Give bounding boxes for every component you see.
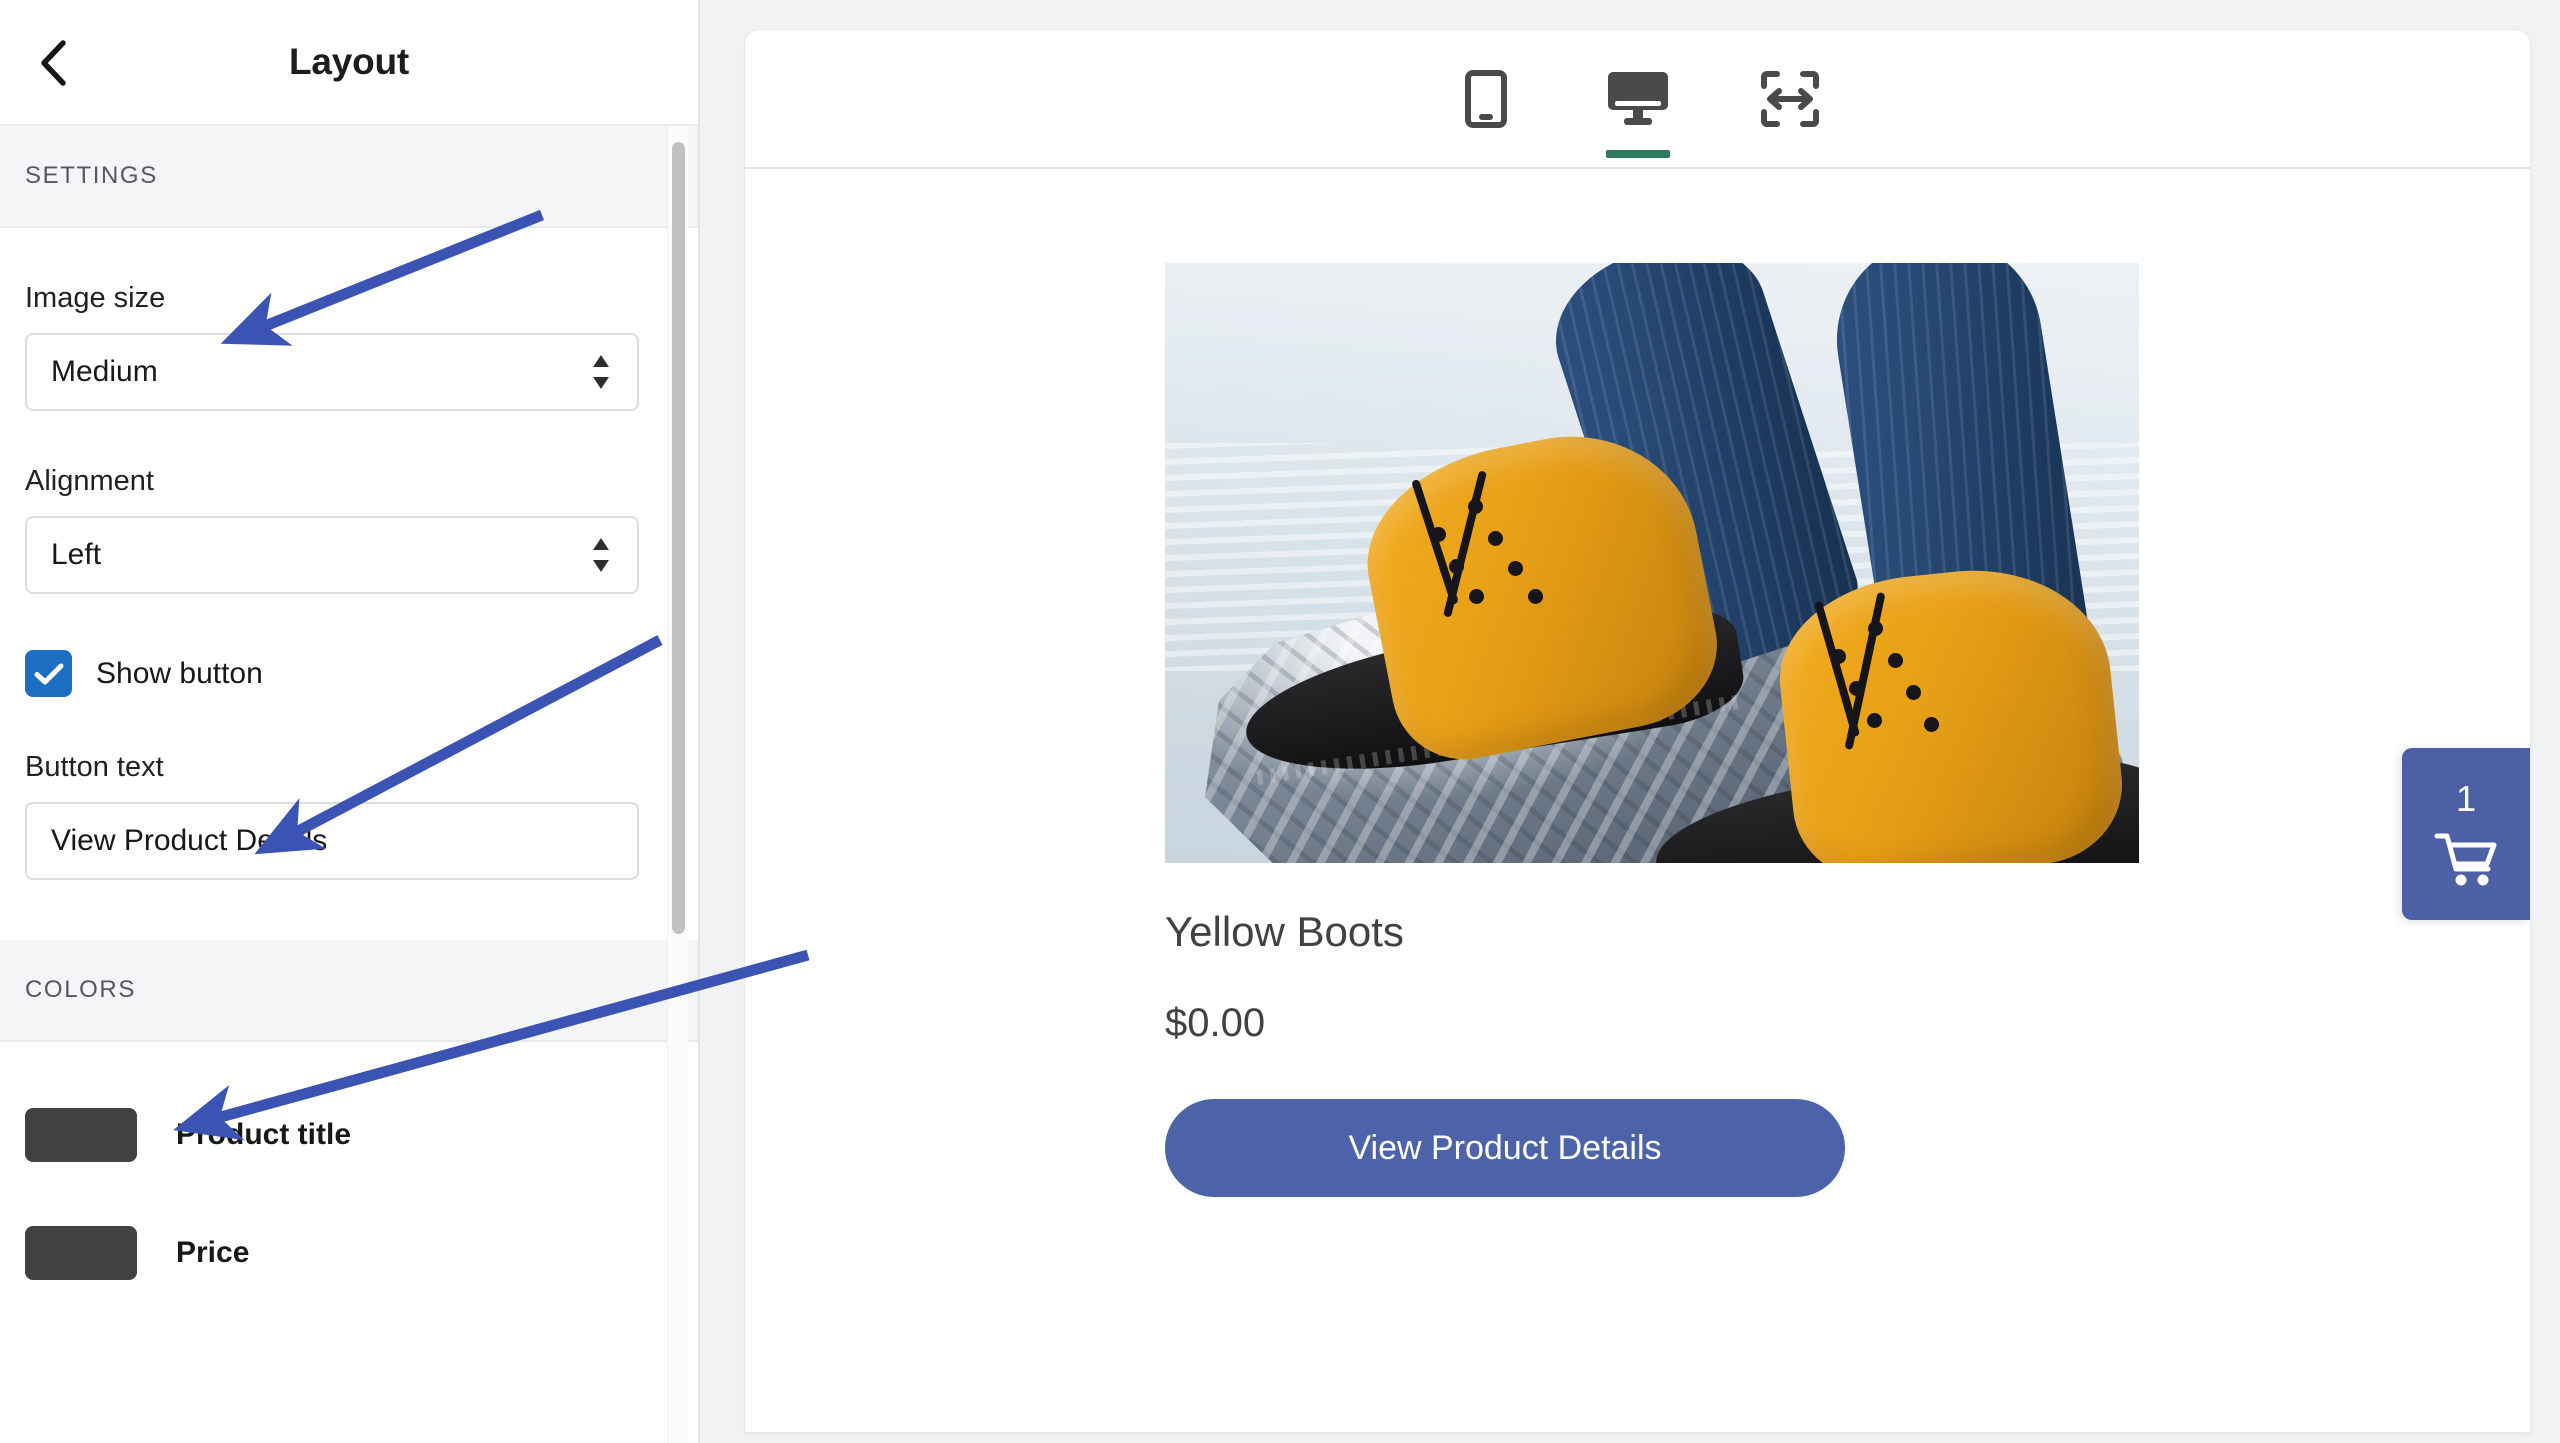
price-color-swatch[interactable] [25,1226,137,1280]
product-title-color-swatch[interactable] [25,1108,137,1162]
sidebar-header: Layout [0,0,698,126]
color-row-product-title[interactable]: Product title [25,1042,673,1162]
section-header-settings: SETTINGS [0,126,698,228]
button-text-input[interactable]: View Product Details [25,802,639,880]
photo-boot-front [1635,573,2139,863]
button-text-value: View Product Details [51,824,327,858]
section-header-settings-label: SETTINGS [25,162,158,190]
image-size-value: Medium [51,355,158,389]
sidebar-scrollbar-thumb[interactable] [672,142,685,934]
shopping-cart-icon [2434,831,2498,887]
section-header-colors: COLORS [0,940,698,1042]
show-button-label: Show button [96,657,263,691]
page-title: Layout [0,41,698,83]
chevron-left-icon [38,40,68,86]
back-button[interactable] [28,38,78,88]
settings-section-body: Image size Medium Alignment Left [0,228,698,940]
alignment-value: Left [51,538,101,572]
section-header-colors-label: COLORS [25,976,136,1004]
settings-sidebar: Layout SETTINGS Image size Medium Alignm… [0,0,700,1443]
preview-panel: Yellow Boots $0.00 View Product Details … [745,30,2530,1432]
image-size-select[interactable]: Medium [25,333,639,411]
view-product-details-button[interactable]: View Product Details [1165,1099,1845,1197]
desktop-icon [1607,70,1669,128]
colors-section-body: Product title Price [0,1042,698,1414]
alignment-select[interactable]: Left [25,516,639,594]
image-size-label: Image size [25,228,673,333]
product-title-color-label: Product title [176,1118,351,1152]
fit-width-icon [1761,71,1819,127]
stepper-updown-icon [591,354,611,390]
product-title: Yellow Boots [1165,911,2139,953]
checkmark-icon [34,662,64,686]
mobile-icon [1465,70,1507,128]
yellow-boots-photo [1165,263,2139,863]
active-device-indicator [1606,150,1670,158]
product-card: Yellow Boots $0.00 View Product Details [1165,263,2139,1197]
stepper-updown-icon [591,537,611,573]
customizer-screen: Layout SETTINGS Image size Medium Alignm… [0,0,2560,1443]
photo-boot-shaft [1770,557,2130,863]
show-button-row[interactable]: Show button [25,650,673,697]
show-button-checkbox[interactable] [25,650,72,697]
device-preview-toolbar [745,30,2530,169]
sidebar-scrollbar-track[interactable] [667,126,688,1443]
device-tab-desktop[interactable] [1590,40,1686,158]
color-row-price[interactable]: Price [25,1162,673,1280]
price-color-label: Price [176,1236,249,1270]
cart-count-badge: 1 [2456,781,2476,817]
storefront-preview: Yellow Boots $0.00 View Product Details [745,169,2530,1432]
device-tab-mobile[interactable] [1438,40,1534,158]
product-price: $0.00 [1165,1003,2139,1043]
cart-widget[interactable]: 1 [2402,748,2530,920]
button-text-label: Button text [25,697,673,802]
alignment-label: Alignment [25,411,673,516]
device-tab-full-width[interactable] [1742,40,1838,158]
